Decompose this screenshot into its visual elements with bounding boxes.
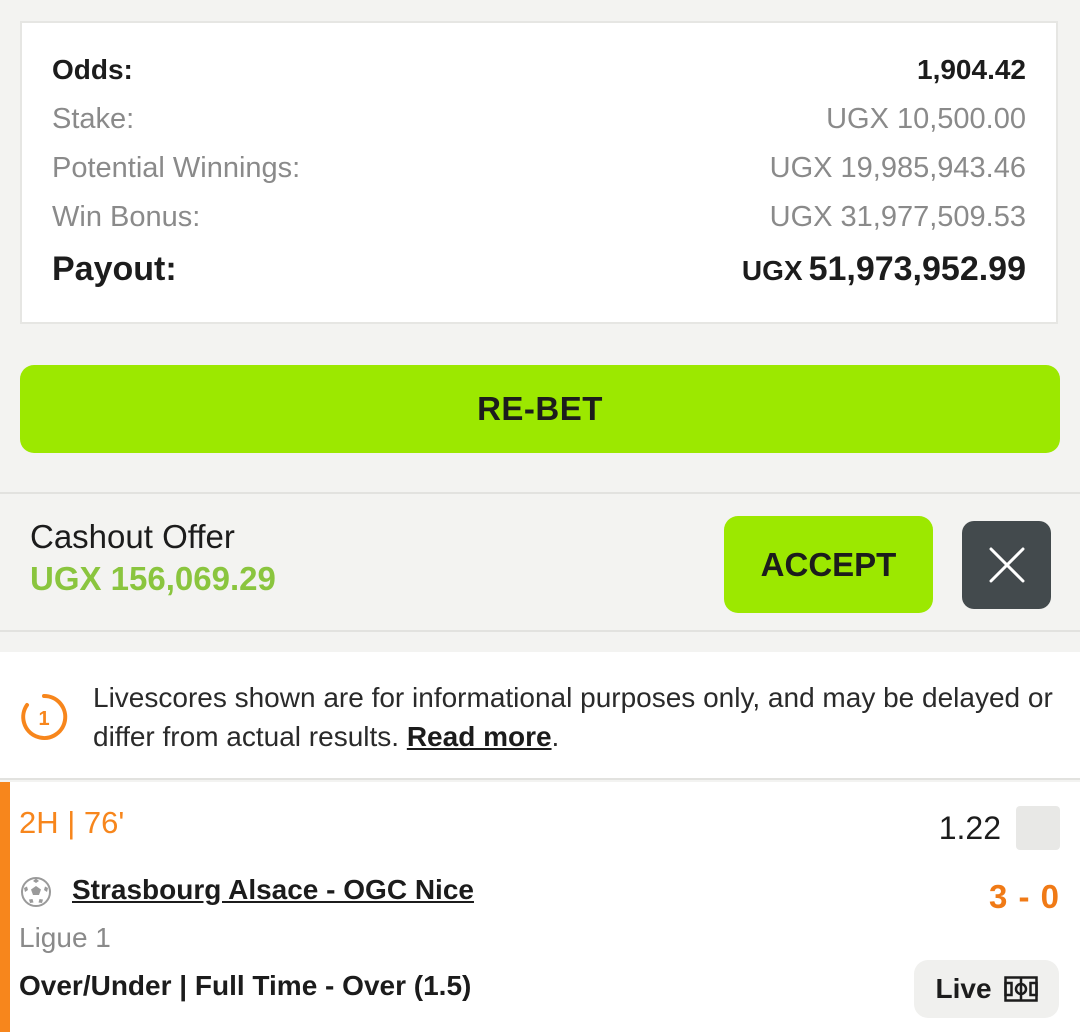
notice-text-block: Livescores shown are for informational p…	[93, 678, 1053, 756]
match-time: 2H | 76'	[19, 805, 125, 840]
info-timer-icon: 1	[21, 693, 68, 740]
cashout-amount: UGX 156,069.29	[30, 560, 276, 597]
stake-row: Stake: UGX 10,500.00	[52, 103, 1026, 136]
match-name-link[interactable]: Strasbourg Alsace - OGC Nice	[72, 874, 474, 906]
live-label: Live	[935, 973, 992, 1004]
payout-row: Payout: UGX 51,973,952.99	[52, 250, 1026, 289]
close-icon	[989, 547, 1024, 583]
notice-suffix: .	[551, 721, 560, 752]
read-more-link[interactable]: Read more	[407, 721, 552, 752]
payout-value-wrap: UGX 51,973,952.99	[742, 250, 1026, 289]
potential-winnings-value: UGX 19,985,943.46	[769, 152, 1026, 184]
accept-cashout-button[interactable]: ACCEPT	[724, 516, 933, 613]
odds-row: Odds: 1,904.42	[52, 54, 1026, 86]
payout-label: Payout:	[52, 250, 177, 288]
win-bonus-row: Win Bonus: UGX 31,977,509.53	[52, 201, 1026, 234]
bet-summary-card: Odds: 1,904.42 Stake: UGX 10,500.00 Pote…	[20, 21, 1058, 324]
match-score: 3 - 0	[988, 878, 1060, 915]
live-tracker-button[interactable]: Live	[914, 960, 1059, 1018]
pitch-icon	[1003, 976, 1038, 1002]
close-cashout-button[interactable]	[962, 521, 1051, 609]
odds-value: 1,904.42	[917, 54, 1026, 85]
win-bonus-value: UGX 31,977,509.53	[769, 201, 1026, 233]
bet-selection-card: 2H | 76' 1.22 Strasbourg Alsace - OGC Ni…	[0, 782, 1080, 1032]
cashout-offer-section: Cashout Offer UGX 156,069.29 ACCEPT	[0, 492, 1080, 632]
potential-winnings-label: Potential Winnings:	[52, 152, 301, 184]
livescore-notice: 1 Livescores shown are for informational…	[0, 652, 1080, 780]
payout-value: 51,973,952.99	[808, 250, 1026, 288]
potential-winnings-row: Potential Winnings: UGX 19,985,943.46	[52, 152, 1026, 185]
stake-label: Stake:	[52, 103, 135, 135]
league-name: Ligue 1	[19, 922, 111, 953]
cashout-title: Cashout Offer	[30, 518, 235, 555]
rebet-button[interactable]: RE-BET	[20, 365, 1060, 453]
payout-currency: UGX	[741, 255, 803, 286]
selection-odds: 1.22	[938, 810, 1001, 846]
soccer-ball-icon	[21, 877, 51, 907]
selection-checkbox[interactable]	[1016, 806, 1060, 850]
info-timer-number: 1	[38, 708, 49, 730]
market-description: Over/Under | Full Time - Over (1.5)	[19, 970, 472, 1001]
notice-message: Livescores shown are for informational p…	[93, 682, 1053, 752]
live-accent-bar	[0, 782, 10, 1032]
stake-value: UGX 10,500.00	[826, 103, 1026, 135]
win-bonus-label: Win Bonus:	[52, 201, 201, 233]
odds-label: Odds:	[52, 54, 133, 85]
